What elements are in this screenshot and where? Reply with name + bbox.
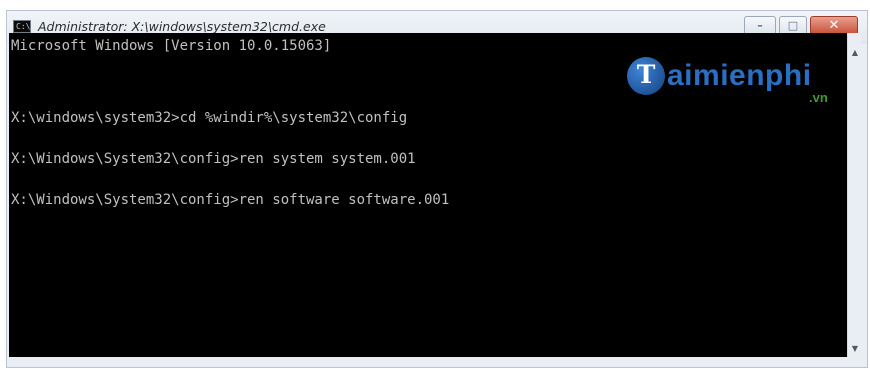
console-line: X:\windows\system32>cd %windir%\system32… [11, 110, 408, 126]
scroll-down-icon[interactable]: ▼ [848, 343, 862, 355]
console-line: X:\Windows\System32\config>ren system sy… [11, 151, 416, 167]
watermark-text: aimienphi [667, 59, 812, 92]
watermark-domain: .vn [809, 90, 828, 105]
console-line: X:\Windows\System32\config>ren software … [11, 192, 450, 208]
watermark-letter: T [636, 60, 656, 89]
scroll-up-icon[interactable]: ▲ [848, 47, 862, 59]
vertical-scrollbar[interactable]: ▲ ▼ [847, 33, 861, 357]
window-title: Administrator: X:\windows\system32\cmd.e… [38, 19, 326, 34]
watermark-logo: T aimienphi .vn [627, 55, 847, 115]
cmd-icon-glyph: C:\ [16, 22, 31, 31]
console-line: Microsoft Windows [Version 10.0.15063] [11, 38, 332, 54]
watermark-badge-icon: T [627, 57, 665, 95]
cmd-icon[interactable]: C:\ [13, 20, 31, 33]
